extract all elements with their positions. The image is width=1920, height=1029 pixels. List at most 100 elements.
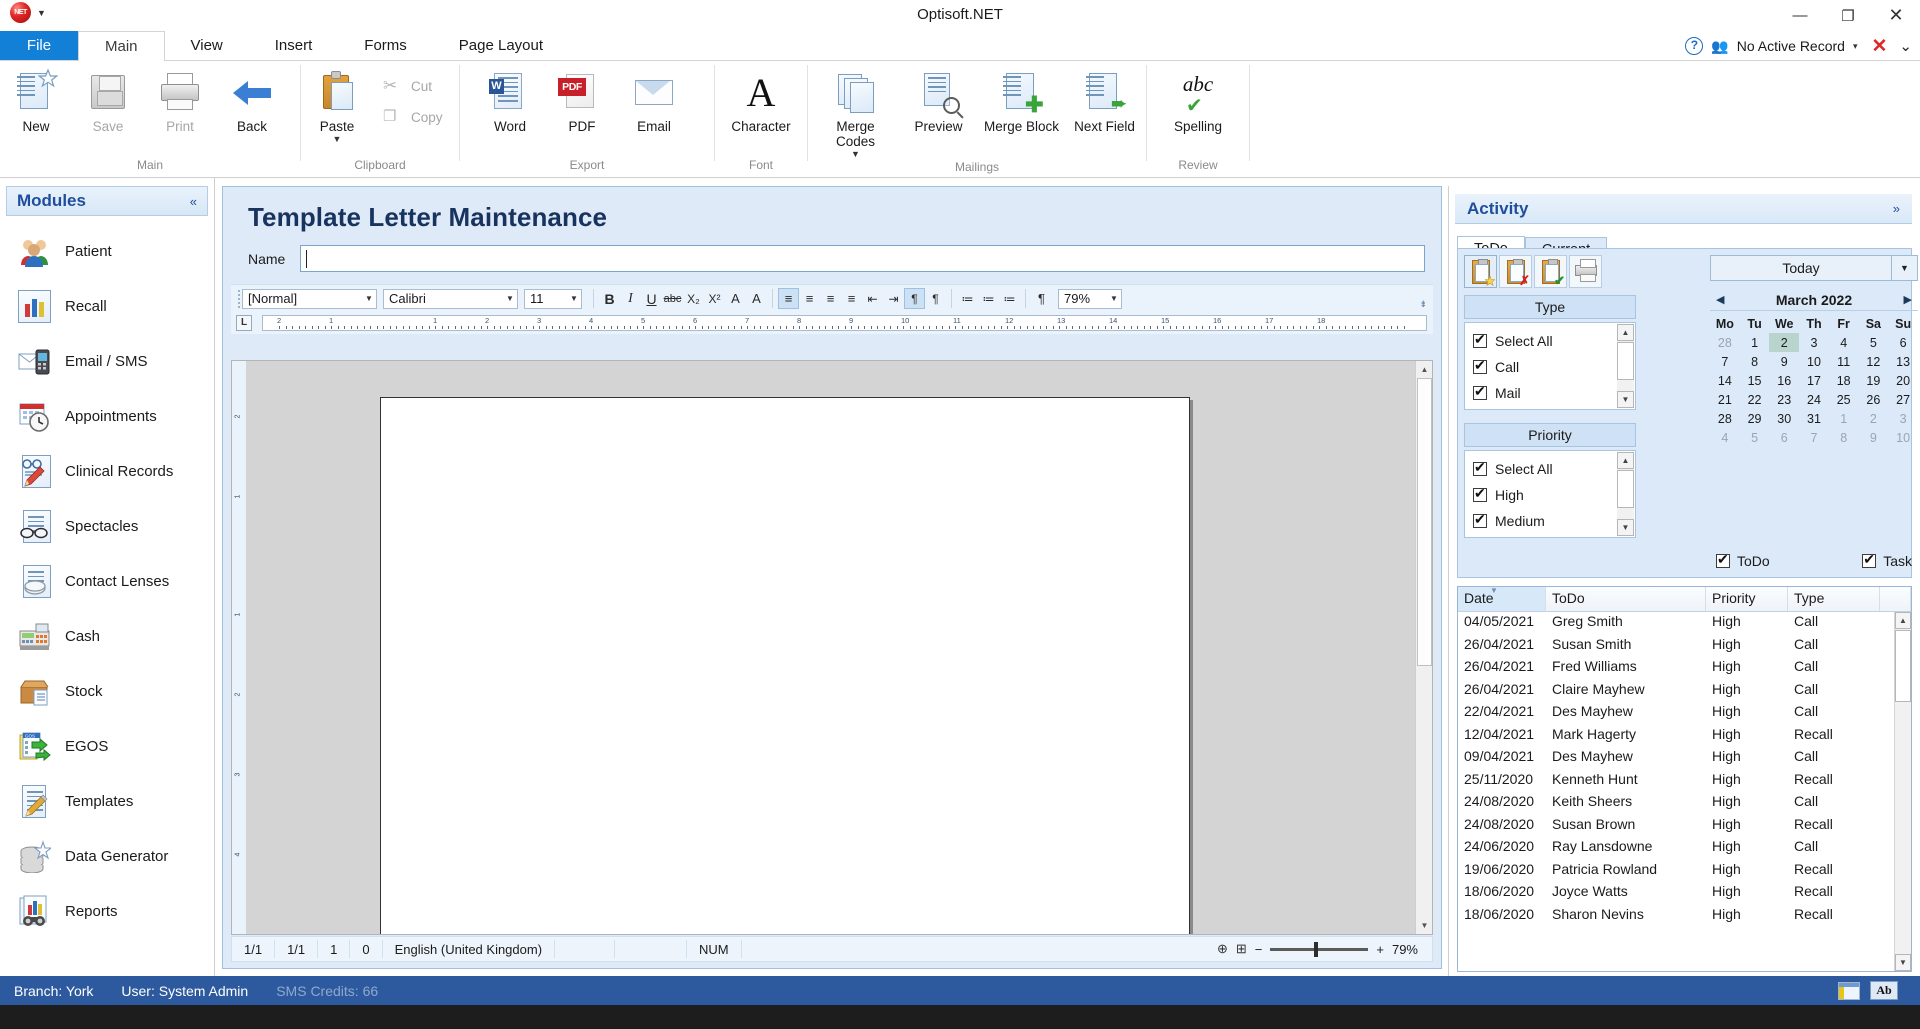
- merge-codes-button[interactable]: Merge Codes ▼: [814, 67, 897, 159]
- column-header-date[interactable]: Date ▼: [1458, 587, 1546, 611]
- font-size-select[interactable]: 11 ▼: [524, 288, 582, 309]
- fit-page-icon[interactable]: ⊕: [1217, 941, 1228, 957]
- print-button[interactable]: Print: [144, 67, 216, 134]
- zoom-select[interactable]: 79% ▼: [1058, 288, 1122, 309]
- calendar-day[interactable]: 1: [1829, 409, 1859, 428]
- checkbox-row[interactable]: Medium: [1473, 508, 1635, 534]
- sidebar-item-spectacles[interactable]: Spectacles: [0, 499, 214, 554]
- calendar-day[interactable]: 18: [1829, 371, 1859, 390]
- calendar-day[interactable]: 8: [1829, 428, 1859, 447]
- calendar-day[interactable]: 14: [1710, 371, 1740, 390]
- activity-grid-body[interactable]: 04/05/2021 Greg Smith High Call 26/04/2021 Su…: [1458, 612, 1911, 927]
- save-button[interactable]: Save: [72, 67, 144, 134]
- tab-view[interactable]: View: [165, 31, 249, 60]
- numbered-list-button[interactable]: ≔: [978, 288, 999, 309]
- paragraph-style-select[interactable]: [Normal] ▼: [242, 288, 377, 309]
- checkbox-row[interactable]: Mail: [1473, 380, 1635, 406]
- scroll-up-icon[interactable]: ▲: [1617, 324, 1634, 341]
- tab-page-layout[interactable]: Page Layout: [433, 31, 569, 60]
- sidebar-item-templates[interactable]: Templates: [0, 774, 214, 829]
- active-record-label[interactable]: No Active Record: [1737, 38, 1845, 54]
- sidebar-item-cash[interactable]: Cash: [0, 609, 214, 664]
- calendar-day[interactable]: 11: [1829, 352, 1859, 371]
- word-button[interactable]: W Word: [474, 67, 546, 134]
- scroll-up-icon[interactable]: ▲: [1617, 452, 1634, 469]
- checkbox-icon[interactable]: [1716, 551, 1730, 568]
- calendar-day[interactable]: 28: [1710, 409, 1740, 428]
- sidebar-item-data-generator[interactable]: Data Generator: [0, 829, 214, 884]
- superscript-button[interactable]: X²: [704, 288, 725, 309]
- calendar-day[interactable]: 1: [1740, 333, 1770, 352]
- document-canvas[interactable]: 21 12 34 ▲ ▼: [231, 360, 1433, 935]
- character-button[interactable]: A Character: [719, 67, 803, 134]
- chevron-down-icon[interactable]: ▼: [567, 294, 581, 303]
- paste-dropdown-icon[interactable]: ▼: [333, 135, 342, 144]
- sidebar-item-egos[interactable]: GOS EGOS: [0, 719, 214, 774]
- next-field-button[interactable]: ➨ Next Field: [1063, 67, 1146, 134]
- shrink-font-button[interactable]: A: [746, 288, 767, 309]
- scroll-down-icon[interactable]: ▼: [1617, 391, 1634, 408]
- calendar-day[interactable]: 30: [1769, 409, 1799, 428]
- checkbox-icon[interactable]: [1473, 383, 1487, 400]
- scroll-up-icon[interactable]: ▲: [1416, 361, 1432, 378]
- calendar-day[interactable]: 21: [1710, 390, 1740, 409]
- activity-grid-scrollbar[interactable]: ▲ ▼: [1894, 612, 1911, 971]
- calendar-day[interactable]: 31: [1799, 409, 1829, 428]
- checkbox-row[interactable]: High: [1473, 482, 1635, 508]
- checkbox-icon[interactable]: [1473, 485, 1487, 502]
- sidebar-item-recall[interactable]: Recall: [0, 279, 214, 334]
- calendar-day[interactable]: 28: [1710, 333, 1740, 352]
- window-icon[interactable]: [1838, 981, 1860, 1000]
- rtl-direction-button[interactable]: ¶: [925, 288, 946, 309]
- calendar-day[interactable]: 7: [1710, 352, 1740, 371]
- tab-file[interactable]: File: [0, 31, 78, 60]
- calendar-day[interactable]: 15: [1740, 371, 1770, 390]
- column-header-priority[interactable]: Priority: [1706, 587, 1788, 611]
- ab-icon[interactable]: Ab: [1870, 981, 1898, 1000]
- checkbox-row[interactable]: Select All: [1473, 456, 1635, 482]
- calendar-day[interactable]: 16: [1769, 371, 1799, 390]
- copy-button[interactable]: ❐ Copy: [377, 104, 449, 130]
- chevron-down-icon[interactable]: ▼: [1107, 294, 1121, 303]
- table-row[interactable]: 24/08/2020 Susan Brown High Recall: [1458, 815, 1911, 838]
- scroll-down-icon[interactable]: ▼: [1416, 917, 1432, 934]
- complete-todo-button[interactable]: ✔: [1534, 255, 1567, 288]
- priority-filter-list[interactable]: Select All High Medium ▲ ▼: [1464, 450, 1636, 538]
- sidebar-item-appointments[interactable]: Appointments: [0, 389, 214, 444]
- sidebar-item-stock[interactable]: Stock: [0, 664, 214, 719]
- calendar-day[interactable]: 17: [1799, 371, 1829, 390]
- active-record-caret-icon[interactable]: ▾: [1853, 41, 1858, 52]
- calendar-day[interactable]: 3: [1888, 409, 1918, 428]
- table-row[interactable]: 26/04/2021 Susan Smith High Call: [1458, 635, 1911, 658]
- calendar-day[interactable]: 12: [1859, 352, 1889, 371]
- sidebar-item-patient[interactable]: Patient: [0, 224, 214, 279]
- column-header-todo[interactable]: ToDo: [1546, 587, 1706, 611]
- font-family-select[interactable]: Calibri ▼: [383, 288, 518, 309]
- calendar-day[interactable]: 10: [1888, 428, 1918, 447]
- calendar-day[interactable]: 10: [1799, 352, 1829, 371]
- merge-block-button[interactable]: ✚ Merge Block: [980, 67, 1063, 134]
- calendar-day[interactable]: 26: [1859, 390, 1889, 409]
- fit-width-icon[interactable]: ⊞: [1236, 941, 1247, 957]
- show-formatting-marks-button[interactable]: ¶: [1031, 288, 1052, 309]
- preview-button[interactable]: Preview: [897, 67, 980, 134]
- calendar-day[interactable]: 4: [1710, 428, 1740, 447]
- calendar-day[interactable]: 29: [1740, 409, 1770, 428]
- calendar-day[interactable]: 4: [1829, 333, 1859, 352]
- strikethrough-button[interactable]: abc: [662, 288, 683, 309]
- close-record-icon[interactable]: ✕: [1872, 35, 1888, 58]
- bullet-list-button[interactable]: ≔: [957, 288, 978, 309]
- merge-codes-dropdown-icon[interactable]: ▼: [851, 150, 860, 159]
- scroll-down-icon[interactable]: ▼: [1895, 954, 1911, 971]
- spelling-button[interactable]: abc ✔ Spelling: [1156, 67, 1240, 134]
- zoom-slider[interactable]: [1270, 941, 1369, 957]
- checkbox-row[interactable]: Select All: [1473, 328, 1635, 354]
- table-row[interactable]: 09/04/2021 Des Mayhew High Call: [1458, 747, 1911, 770]
- activity-grid[interactable]: Date ▼ ToDo Priority Type 04/05/2021 Greg …: [1457, 586, 1912, 972]
- type-filter-scrollbar[interactable]: ▲ ▼: [1617, 324, 1634, 408]
- scroll-thumb[interactable]: [1895, 630, 1911, 702]
- calendar-day[interactable]: 9: [1769, 352, 1799, 371]
- table-row[interactable]: 19/06/2020 Patricia Rowland High Recall: [1458, 860, 1911, 883]
- ltr-direction-button[interactable]: ¶: [904, 288, 925, 309]
- back-button[interactable]: Back: [216, 67, 288, 134]
